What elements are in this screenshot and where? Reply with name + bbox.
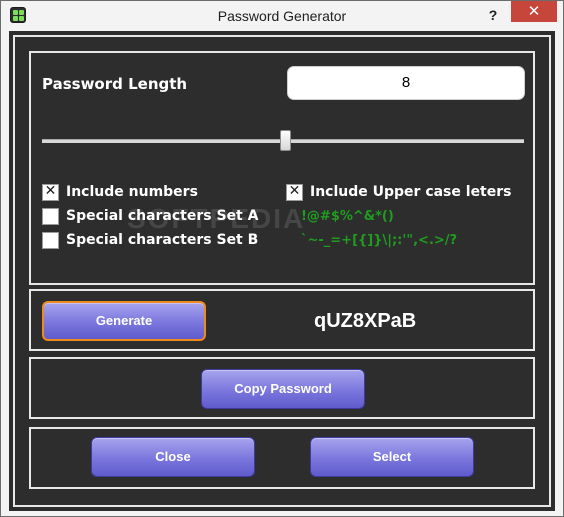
check-icon: ✕ [44,183,57,199]
generate-button[interactable]: Generate [42,301,206,341]
length-slider-thumb[interactable] [279,130,291,151]
special-set-a-checkbox[interactable] [42,208,59,225]
app-window: Password Generator ? ✕ Password Length 8… [0,0,564,517]
include-upper-checkbox[interactable]: ✕ [286,183,303,201]
watermark: SOFTPEDIA [127,203,306,234]
generated-password: qUZ8XPaB [314,310,417,332]
copy-password-button[interactable]: Copy Password [201,369,365,409]
title-bar[interactable]: Password Generator ? ✕ [1,1,563,31]
special-set-b-checkbox[interactable] [42,232,59,249]
client-area: Password Length 8 ✕ Include numbers ✕ In… [9,31,555,511]
window-close-button[interactable]: ✕ [511,1,557,22]
close-button[interactable]: Close [91,437,255,477]
include-upper-label: Include Upper case leters [310,184,512,200]
special-set-a-chars: !@#$%^&*() [301,209,394,224]
password-length-label: Password Length [42,75,188,93]
close-icon: ✕ [527,2,541,20]
include-numbers-label: Include numbers [66,184,198,200]
help-button[interactable]: ? [479,4,507,26]
include-numbers-checkbox[interactable]: ✕ [42,183,59,201]
password-length-input[interactable]: 8 [287,66,525,100]
special-set-b-chars: `~-_=+[{]}\|;:'",<.>/? [301,233,458,248]
check-icon: ✕ [288,183,301,199]
select-button[interactable]: Select [310,437,474,477]
